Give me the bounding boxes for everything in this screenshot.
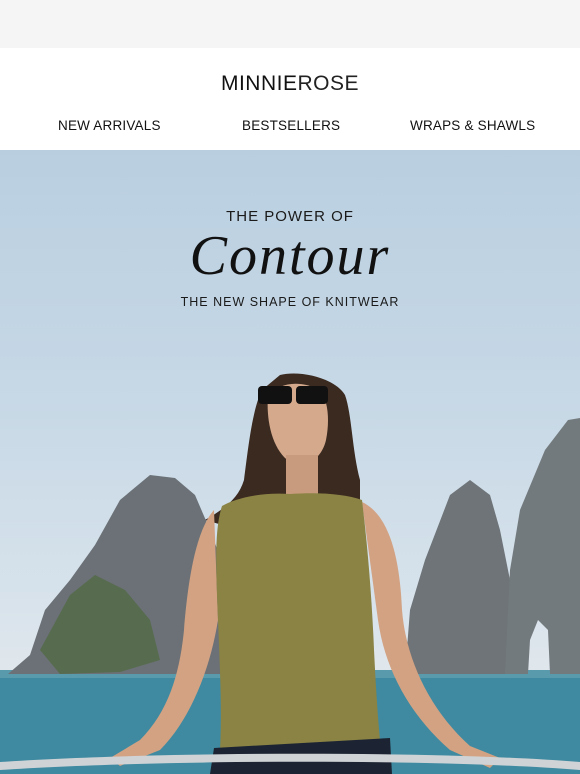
nav-wraps-shawls[interactable]: WRAPS & SHAWLS — [410, 118, 535, 133]
hero-banner[interactable]: THE POWER OF Contour THE NEW SHAPE OF KN… — [0, 150, 580, 774]
right-rock-2 — [505, 418, 580, 674]
logo-part-light: ROSE — [297, 72, 359, 95]
nav-new-arrivals[interactable]: NEW ARRIVALS — [58, 118, 161, 133]
hero-subtitle: THE NEW SHAPE OF KNITWEAR — [180, 295, 400, 309]
brand-logo[interactable]: MINNIEROSE — [0, 72, 580, 96]
logo-part-bold: MINNIE — [220, 72, 298, 95]
main-nav: NEW ARRIVALS BESTSELLERS WRAPS & SHAWLS — [0, 118, 580, 136]
woman-neck — [286, 455, 318, 500]
sunglasses-right — [296, 386, 328, 404]
email-page: MINNIEROSE NEW ARRIVALS BESTSELLERS WRAP… — [0, 0, 580, 774]
woman-knit-top — [216, 493, 380, 750]
nav-bestsellers[interactable]: BESTSELLERS — [242, 118, 340, 133]
hero-title: Contour — [189, 225, 391, 287]
sunglasses-left — [258, 386, 292, 404]
top-strip — [0, 0, 580, 48]
hero-kicker: THE POWER OF — [226, 208, 354, 225]
right-rock-1 — [405, 480, 520, 674]
email-header: MINNIEROSE NEW ARRIVALS BESTSELLERS WRAP… — [0, 48, 580, 150]
